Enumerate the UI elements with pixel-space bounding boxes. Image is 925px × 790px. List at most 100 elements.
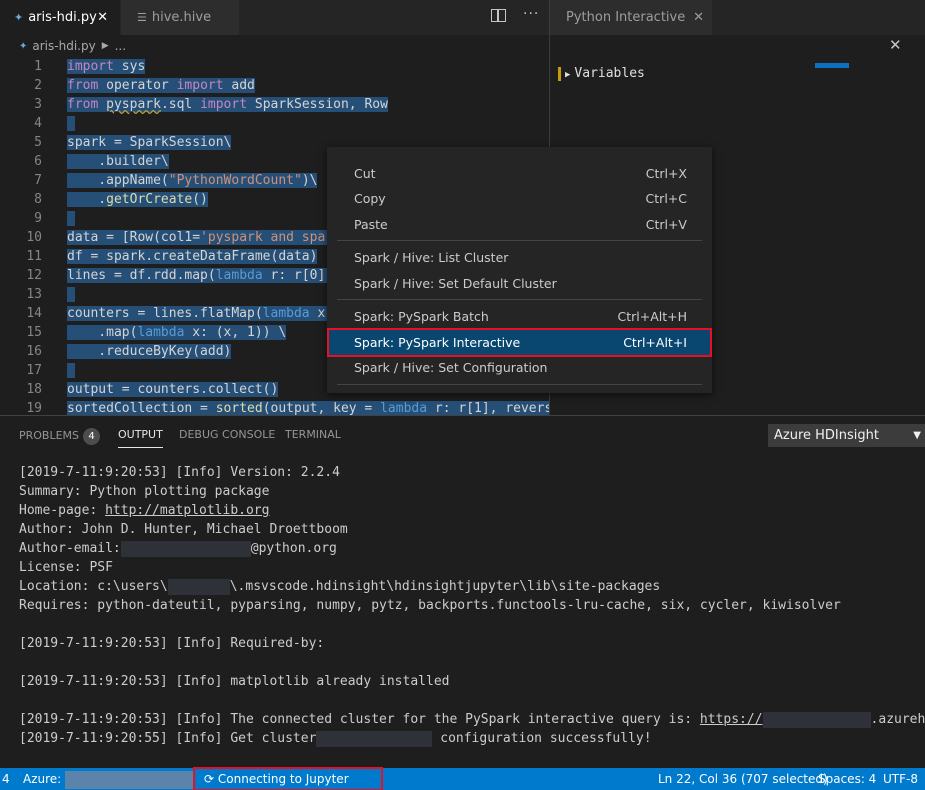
tab-output[interactable]: OUTPUT [118, 428, 163, 448]
menu-item-set-configuration[interactable]: Spark / Hive: Set Configuration [327, 355, 712, 380]
tab-label: aris-hdi.py [28, 10, 97, 25]
close-icon[interactable]: ✕ [889, 36, 902, 54]
breadcrumb-rest[interactable]: ... [115, 39, 126, 53]
output-line: [2019-7-11:9:20:53] [Info] Version: 2.2.… [19, 465, 340, 480]
menu-separator [337, 384, 702, 385]
python-file-icon: ✦ [19, 40, 28, 52]
tab-aris-hdi[interactable]: ✦ aris-hdi.py ✕ [0, 0, 120, 35]
tab-python-interactive[interactable]: Python Interactive ✕ [550, 0, 712, 35]
menu-item-paste[interactable]: Paste Ctrl+V [327, 212, 712, 237]
chevron-down-icon: ▼ [913, 430, 921, 441]
code-line: 3 from pyspark.sql import SparkSession, R… [0, 95, 549, 114]
breadcrumb-file[interactable]: aris-hdi.py [32, 39, 95, 53]
tab-problems[interactable]: PROBLEMS 4 [19, 428, 101, 448]
line-number: 9 [34, 211, 42, 226]
menu-item-shortcut: Ctrl+V [645, 217, 687, 232]
menu-item-label: Spark: PySpark Interactive [354, 335, 521, 350]
problems-count-badge: 4 [83, 428, 101, 445]
more-actions-icon[interactable]: ··· [523, 6, 539, 22]
output-line: [2019-7-11:9:20:53] [Info] matplotlib al… [19, 674, 450, 689]
code-line: 2 from operator import add [0, 76, 549, 95]
tab-label: OUTPUT [118, 428, 163, 441]
editor-tab-bar: ✦ aris-hdi.py ✕ ☰ hive.hive ··· [0, 0, 549, 35]
tab-label: PROBLEMS [19, 429, 80, 442]
menu-separator [337, 240, 702, 241]
gutter-marker [558, 66, 561, 81]
menu-item-shortcut: Ctrl+C [645, 191, 687, 206]
close-tab-icon[interactable]: ✕ [97, 10, 108, 25]
line-number: 10 [26, 230, 42, 245]
redacted-block [762, 711, 871, 728]
status-cursor-position[interactable]: Ln 22, Col 36 (707 selected) [658, 768, 828, 790]
menu-item-label: Spark / Hive: Set Configuration [354, 360, 548, 375]
output-link[interactable]: https:// [700, 712, 763, 727]
output-text: Home-page: [19, 503, 106, 518]
line-number: 2 [34, 78, 42, 93]
menu-item-shortcut: Ctrl+Alt+H [617, 309, 687, 324]
context-menu: Cut Ctrl+X Copy Ctrl+C Paste Ctrl+V Spark /… [327, 147, 712, 393]
output-source-select[interactable]: Azure HDInsight ▼ [768, 424, 925, 447]
close-tab-icon[interactable]: ✕ [693, 10, 704, 25]
menu-item-label: Cut [354, 166, 376, 181]
menu-item-pyspark-batch[interactable]: Spark: PySpark Batch Ctrl+Alt+H [327, 304, 712, 329]
menu-item-shortcut: Ctrl+X [645, 166, 687, 181]
menu-item-label: Spark / Hive: Set Default Cluster [354, 276, 557, 291]
line-number: 15 [26, 325, 42, 340]
menu-item-label: Copy [354, 191, 386, 206]
output-line: [2019-7-11:9:20:55] [Info] Get cluster c… [19, 729, 925, 748]
menu-item-label: Paste [354, 217, 388, 232]
output-line: Home-page: http://matplotlib.org [19, 501, 925, 520]
python-file-icon: ✦ [14, 11, 24, 24]
file-icon: ☰ [137, 11, 147, 24]
output-text: \.msvscode.hdinsight\hdinsightjupyter\li… [229, 579, 661, 594]
output-line: License: PSF [19, 560, 113, 575]
tab-label: DEBUG CONSOLE [179, 428, 276, 441]
output-text: Author-email: [19, 541, 121, 556]
code-line: 4 [0, 114, 549, 133]
output-text: [2019-7-11:9:20:53] [Info] The connected… [19, 712, 700, 727]
line-number: 17 [26, 363, 42, 378]
tab-hive[interactable]: ☰ hive.hive [121, 0, 239, 35]
chevron-right-icon: ▶ [565, 70, 571, 80]
menu-item-cut[interactable]: Cut Ctrl+X [327, 161, 712, 186]
tab-label: hive.hive [151, 10, 212, 25]
output-log: [2019-7-11:9:20:53] [Info] Version: 2.2.… [19, 463, 925, 748]
menu-item-copy[interactable]: Copy Ctrl+C [327, 186, 712, 211]
redacted-block [65, 770, 196, 789]
line-number: 13 [26, 287, 42, 302]
menu-item-set-default-cluster[interactable]: Spark / Hive: Set Default Cluster [327, 271, 712, 296]
output-line: [2019-7-11:9:20:53] [Info] The connected… [19, 710, 925, 729]
variables-label: Variables [574, 66, 645, 81]
line-number: 16 [26, 344, 42, 359]
status-problems-count[interactable]: 4 [2, 768, 10, 790]
output-text: .azurehdi [870, 712, 925, 727]
split-editor-icon[interactable] [491, 9, 506, 22]
status-azure-account[interactable]: Azure: [23, 768, 196, 790]
menu-item-label: Spark: PySpark Batch [354, 309, 489, 324]
line-number: 5 [34, 135, 42, 150]
output-line: Summary: Python plotting package [19, 484, 270, 499]
output-line: Author: John D. Hunter, Michael Droettbo… [19, 522, 348, 537]
line-number: 19 [26, 401, 42, 415]
progress-indicator [815, 63, 849, 68]
redacted-block [167, 578, 230, 595]
line-number: 1 [34, 59, 42, 74]
menu-item-list-cluster[interactable]: Spark / Hive: List Cluster [327, 245, 712, 270]
status-encoding[interactable]: UTF-8 [883, 768, 918, 790]
tab-debug-console[interactable]: DEBUG CONSOLE [179, 428, 275, 448]
output-link[interactable]: http://matplotlib.org [105, 503, 269, 518]
menu-item-pyspark-interactive[interactable]: Spark: PySpark Interactive Ctrl+Alt+I [327, 328, 712, 357]
tab-label: TERMINAL [285, 428, 341, 441]
tab-terminal[interactable]: TERMINAL [285, 428, 341, 448]
tab-label: Python Interactive [566, 10, 686, 25]
status-connecting-label: Connecting to Jupyter server [217, 772, 349, 786]
line-number: 3 [34, 97, 42, 112]
status-indentation[interactable]: Spaces: 4 [818, 768, 876, 790]
redacted-block [120, 540, 251, 557]
line-number: 4 [34, 116, 42, 131]
status-jupyter-connection[interactable]: ⟳ Connecting to Jupyter server [193, 767, 383, 790]
variables-section[interactable]: ▶ Variables [558, 66, 645, 81]
output-line: Location: c:\users\ \.msvscode.hdinsight\… [19, 577, 925, 596]
